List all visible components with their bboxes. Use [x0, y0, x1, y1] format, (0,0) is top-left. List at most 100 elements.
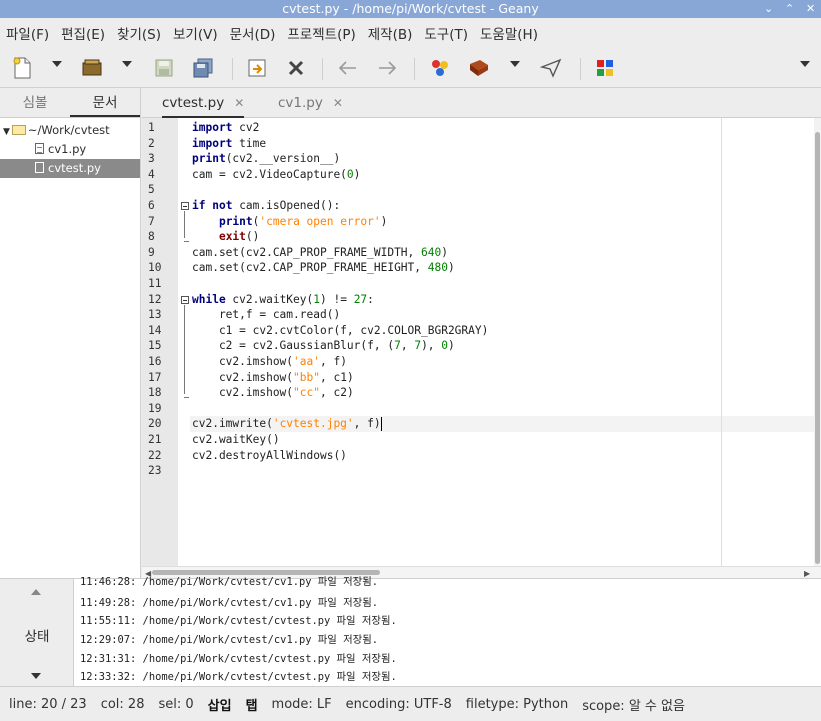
code-line[interactable]: cv2.imwrite('cvtest.jpg', f): [192, 416, 381, 432]
code-line[interactable]: cv2.destroyAllWindows(): [192, 448, 347, 464]
scroll-up-icon[interactable]: [31, 589, 41, 595]
code-line[interactable]: ret,f = cam.read(): [192, 307, 340, 323]
file-icon: [35, 162, 44, 173]
new-file-dropdown-icon[interactable]: [52, 61, 62, 67]
color-chooser-icon[interactable]: [593, 56, 617, 80]
file-label: cvtest.py: [48, 161, 101, 175]
code-line[interactable]: cv2.imshow('aa', f): [192, 354, 347, 370]
status-encoding: encoding: UTF-8: [345, 696, 452, 712]
code-line[interactable]: c1 = cv2.cvtColor(f, cv2.COLOR_BGR2GRAY): [192, 323, 488, 339]
expander-open-icon[interactable]: ▼: [3, 127, 10, 137]
forward-icon[interactable]: [375, 56, 399, 80]
close-icon[interactable]: [284, 56, 308, 80]
tab-close-icon[interactable]: ✕: [333, 96, 343, 110]
scroll-thumb[interactable]: [815, 132, 820, 564]
line-number: 15: [148, 339, 162, 353]
fold-line: [184, 304, 185, 395]
menu-view[interactable]: 보기(V): [173, 23, 218, 43]
code-line[interactable]: exit(): [192, 229, 259, 245]
code-line[interactable]: cam.set(cv2.CAP_PROP_FRAME_HEIGHT, 480): [192, 260, 455, 276]
line-number: 3: [148, 152, 155, 166]
code-line[interactable]: print('cmera open error'): [192, 214, 387, 230]
code-line[interactable]: cv2.imshow("bb", c1): [192, 370, 354, 386]
build-icon[interactable]: [467, 56, 491, 80]
line-number: 2: [148, 136, 155, 150]
open-file-dropdown-icon[interactable]: [122, 61, 132, 67]
window-title: cvtest.py - /home/pi/Work/cvtest - Geany: [282, 1, 539, 16]
menu-build[interactable]: 제작(B): [368, 23, 413, 43]
tree-file-row[interactable]: cv1.py: [0, 140, 140, 159]
status-indent-mode: 탭: [245, 698, 258, 714]
code-editor[interactable]: 1 2 3 4 5 6 7 8 9 10 11 12 13 14 15 16 17 18 19 20 21 22 23 im…: [142, 118, 814, 566]
line-number: 14: [148, 323, 162, 337]
code-line[interactable]: import time: [192, 136, 266, 152]
tree-file-row-selected[interactable]: cvtest.py: [0, 159, 140, 178]
compile-icon[interactable]: [428, 56, 452, 80]
status-message: 11:49:28: /home/pi/Work/cvtest/cv1.py 파일…: [80, 597, 379, 609]
menu-edit[interactable]: 편집(E): [61, 23, 105, 43]
toolbar-separator: [232, 58, 233, 80]
scroll-down-icon[interactable]: [31, 673, 41, 679]
status-message: 11:55:11: /home/pi/Work/cvtest/cvtest.py…: [80, 615, 397, 627]
status-message: 11:46:28: /home/pi/Work/cvtest/cv1.py 파일…: [80, 576, 379, 588]
tab-close-icon[interactable]: ✕: [234, 96, 244, 110]
tab-cv1[interactable]: cv1.py ✕: [278, 88, 343, 118]
toolbar-separator: [414, 58, 415, 80]
tab-symbols[interactable]: 심볼: [0, 88, 70, 117]
back-icon[interactable]: [336, 56, 360, 80]
toolbar-separator: [322, 58, 323, 80]
editor-tabs: cvtest.py ✕ cv1.py ✕: [142, 88, 821, 118]
sidebar: 심볼 문서 ▼ ~/Work/cvtest cv1.py cvtest.py: [0, 88, 141, 578]
status-eol-mode: mode: LF: [271, 696, 332, 712]
save-all-icon[interactable]: [191, 56, 215, 80]
fold-toggle-icon[interactable]: [181, 295, 189, 304]
status-message: 12:31:31: /home/pi/Work/cvtest/cvtest.py…: [80, 653, 397, 665]
fold-toggle-icon[interactable]: [181, 202, 189, 210]
build-dropdown-icon[interactable]: [510, 61, 520, 67]
revert-icon[interactable]: [245, 56, 269, 80]
tab-status[interactable]: 상태: [0, 625, 74, 645]
code-line[interactable]: while cv2.waitKey(1) != 27:: [192, 292, 374, 308]
vertical-scrollbar[interactable]: [814, 118, 821, 566]
tree-folder-row[interactable]: ▼ ~/Work/cvtest: [0, 121, 140, 140]
message-tabs: 상태: [0, 579, 74, 687]
code-line[interactable]: if not cam.isOpened():: [192, 198, 340, 214]
code-line[interactable]: import cv2: [192, 120, 259, 136]
line-number: 18: [148, 386, 162, 400]
new-file-icon[interactable]: [10, 56, 34, 80]
folder-icon: [11, 125, 26, 135]
tab-cvtest[interactable]: cvtest.py ✕: [162, 88, 245, 118]
line-number: 9: [148, 245, 155, 259]
menu-document[interactable]: 문서(D): [230, 23, 276, 43]
tab-documents[interactable]: 문서: [70, 88, 140, 117]
maximize-icon[interactable]: ⌃: [785, 0, 794, 18]
code-line[interactable]: cv2.waitKey(): [192, 432, 280, 448]
tab-label: cvtest.py: [162, 95, 225, 111]
fold-line: [184, 211, 185, 239]
menu-search[interactable]: 찾기(S): [117, 23, 161, 43]
menu-file[interactable]: 파일(F): [6, 23, 49, 43]
menu-project[interactable]: 프로젝트(P): [287, 23, 355, 43]
code-line[interactable]: print(cv2.__version__): [192, 151, 340, 167]
scroll-right-icon[interactable]: ▶: [804, 569, 810, 578]
execute-icon[interactable]: [539, 56, 563, 80]
code-line[interactable]: c2 = cv2.GaussianBlur(f, (7, 7), 0): [192, 338, 455, 354]
menu-tools[interactable]: 도구(T): [424, 23, 468, 43]
file-icon: [35, 143, 44, 154]
line-number: 1: [148, 121, 155, 134]
message-window: 상태 11:46:28: /home/pi/Work/cvtest/cv1.py…: [0, 576, 821, 687]
status-message: 12:29:07: /home/pi/Work/cvtest/cv1.py 파일…: [80, 634, 379, 646]
tab-label: cv1.py: [278, 95, 323, 111]
save-icon[interactable]: [152, 56, 176, 80]
status-scope: scope: 알 수 없음: [582, 698, 685, 714]
minimize-icon[interactable]: ⌄: [764, 0, 773, 18]
line-number: 21: [148, 433, 162, 446]
code-line[interactable]: cam.set(cv2.CAP_PROP_FRAME_WIDTH, 640): [192, 245, 448, 261]
title-bar: cvtest.py - /home/pi/Work/cvtest - Geany…: [0, 0, 821, 18]
menu-help[interactable]: 도움말(H): [480, 23, 538, 43]
code-line[interactable]: cam = cv2.VideoCapture(0): [192, 167, 360, 183]
open-file-icon[interactable]: [80, 56, 104, 80]
close-window-icon[interactable]: ✕: [806, 0, 815, 18]
code-line[interactable]: cv2.imshow("cc", c2): [192, 385, 354, 401]
toolbar-overflow-icon[interactable]: [800, 61, 810, 67]
